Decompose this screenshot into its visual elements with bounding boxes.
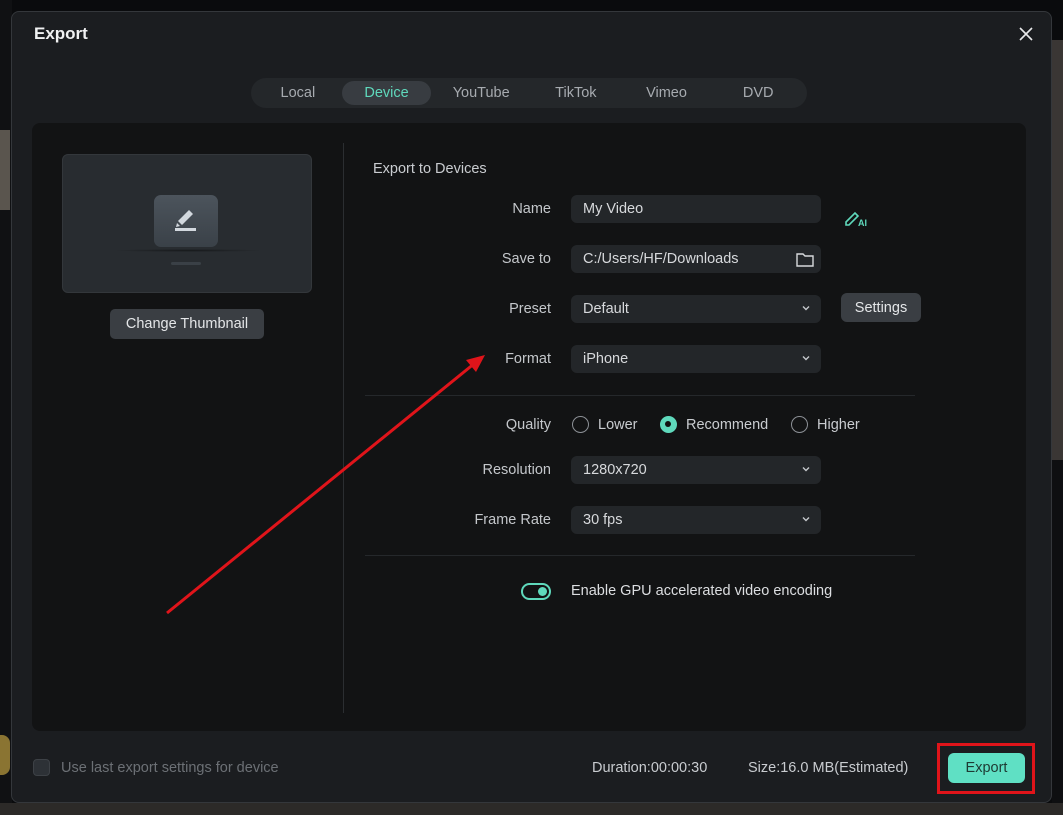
tab-tiktok[interactable]: TikTok: [531, 81, 621, 105]
quality-option-recommend[interactable]: Recommend: [660, 416, 768, 433]
format-value: iPhone: [583, 351, 629, 367]
thumbnail-shadow: [113, 249, 263, 252]
quality-option-label: Lower: [598, 416, 638, 433]
close-icon: [1019, 27, 1033, 41]
toggle-knob: [538, 587, 547, 596]
frame-rate-value: 30 fps: [583, 512, 623, 528]
background-thumbnail: [0, 130, 10, 210]
chevron-down-icon: [802, 356, 810, 361]
settings-button[interactable]: Settings: [841, 293, 921, 322]
resolution-select[interactable]: 1280x720: [571, 456, 821, 484]
name-value: My Video: [583, 201, 644, 217]
folder-icon[interactable]: [795, 251, 815, 268]
tab-vimeo[interactable]: Vimeo: [621, 81, 713, 105]
radio-unselected-icon: [572, 416, 589, 433]
radio-selected-icon: [660, 416, 677, 433]
background-timeline-strip: [0, 803, 1063, 815]
edit-pencil-icon: [175, 210, 196, 231]
change-thumbnail-button[interactable]: Change Thumbnail: [110, 309, 264, 339]
save-to-label: Save to: [501, 251, 551, 267]
quality-option-label: Higher: [817, 416, 860, 433]
save-to-input[interactable]: C:/Users/HF/Downloads: [571, 245, 821, 273]
thumbnail-preview[interactable]: [62, 154, 312, 293]
preset-label: Preset: [509, 301, 551, 317]
svg-text:AI: AI: [858, 218, 867, 228]
frame-rate-select[interactable]: 30 fps: [571, 506, 821, 534]
quality-option-higher[interactable]: Higher: [791, 416, 860, 433]
preset-value: Default: [583, 301, 629, 317]
tab-device[interactable]: Device: [341, 81, 432, 105]
background-badge: [0, 735, 10, 775]
gpu-toggle[interactable]: [521, 583, 551, 600]
export-highlight-annotation: [937, 743, 1035, 794]
name-input[interactable]: My Video: [571, 195, 821, 223]
duration-text: Duration:00:00:30: [592, 760, 708, 776]
export-dialog: Export Local Device YouTube TikTok Vimeo…: [11, 11, 1052, 803]
tab-local[interactable]: Local: [254, 81, 342, 105]
save-to-value: C:/Users/HF/Downloads: [583, 251, 739, 267]
ai-rename-icon[interactable]: AI: [843, 208, 869, 228]
section-divider: [365, 555, 915, 556]
name-label: Name: [512, 201, 551, 217]
quality-option-label: Recommend: [686, 416, 769, 433]
tab-dvd[interactable]: DVD: [712, 81, 804, 105]
use-last-settings-checkbox[interactable]: [33, 759, 50, 776]
background-right-panel: [1052, 460, 1063, 815]
quality-option-lower[interactable]: Lower: [572, 416, 638, 433]
chevron-down-icon: [802, 306, 810, 311]
format-select[interactable]: iPhone: [571, 345, 821, 373]
dialog-title: Export: [34, 24, 88, 43]
tab-youtube[interactable]: YouTube: [431, 81, 531, 105]
gpu-label: Enable GPU accelerated video encoding: [571, 583, 833, 599]
resolution-label: Resolution: [482, 462, 551, 478]
thumbnail-edit-badge: [154, 195, 218, 247]
chevron-down-icon: [802, 467, 810, 472]
format-label: Format: [505, 351, 551, 367]
panel-divider: [343, 143, 344, 713]
frame-rate-label: Frame Rate: [474, 512, 551, 528]
preset-select[interactable]: Default: [571, 295, 821, 323]
export-target-tabs: Local Device YouTube TikTok Vimeo DVD: [251, 78, 807, 108]
quality-label: Quality: [505, 417, 551, 433]
close-button[interactable]: [1016, 24, 1036, 44]
use-last-settings-label: Use last export settings for device: [61, 760, 279, 776]
section-title: Export to Devices: [373, 161, 487, 177]
export-content-panel: Change Thumbnail Export to Devices Name …: [32, 123, 1026, 731]
resolution-value: 1280x720: [583, 462, 647, 478]
radio-unselected-icon: [791, 416, 808, 433]
thumbnail-placeholder-line: [171, 262, 201, 265]
chevron-down-icon: [802, 517, 810, 522]
size-estimate-text: Size:16.0 MB(Estimated): [748, 760, 909, 776]
section-divider: [365, 395, 915, 396]
background-preview-edge: [1052, 40, 1063, 460]
